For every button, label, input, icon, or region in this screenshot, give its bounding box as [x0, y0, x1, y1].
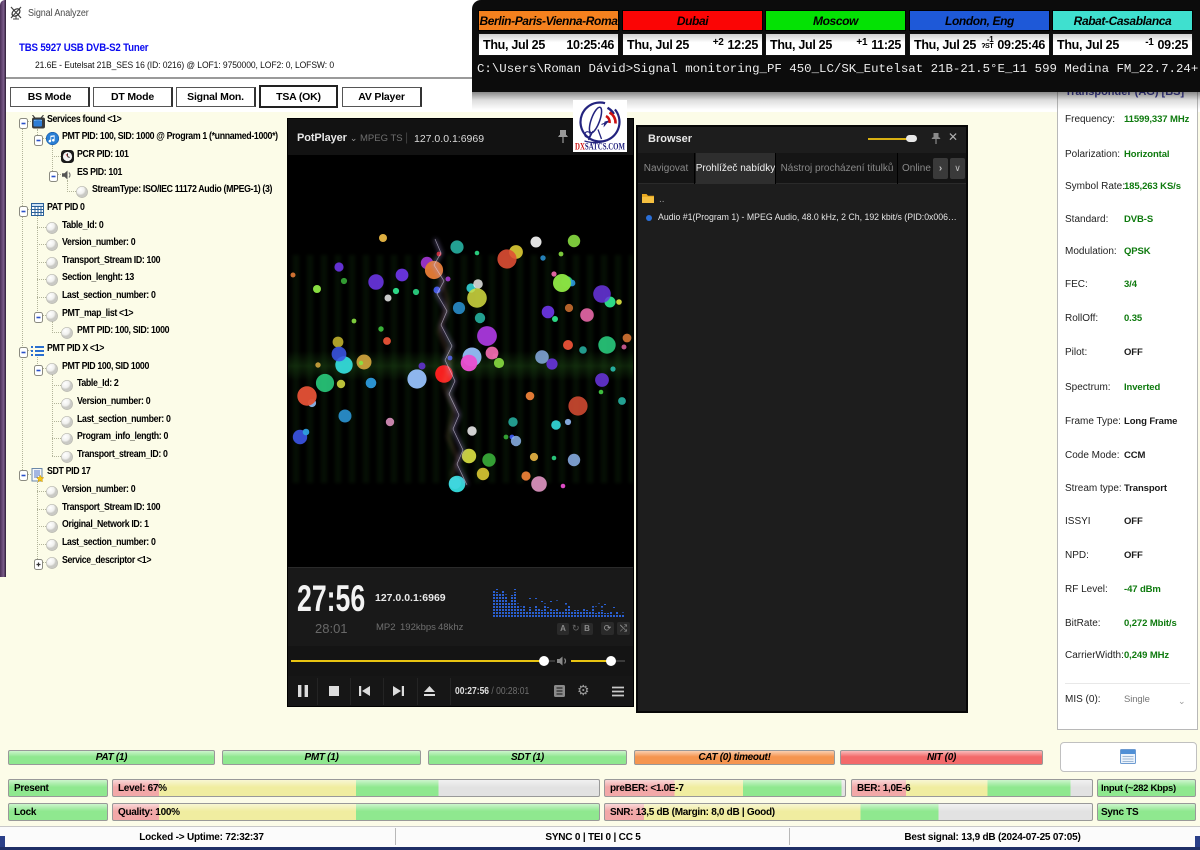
svg-text:DXSATCS.COM: DXSATCS.COM — [575, 142, 625, 152]
